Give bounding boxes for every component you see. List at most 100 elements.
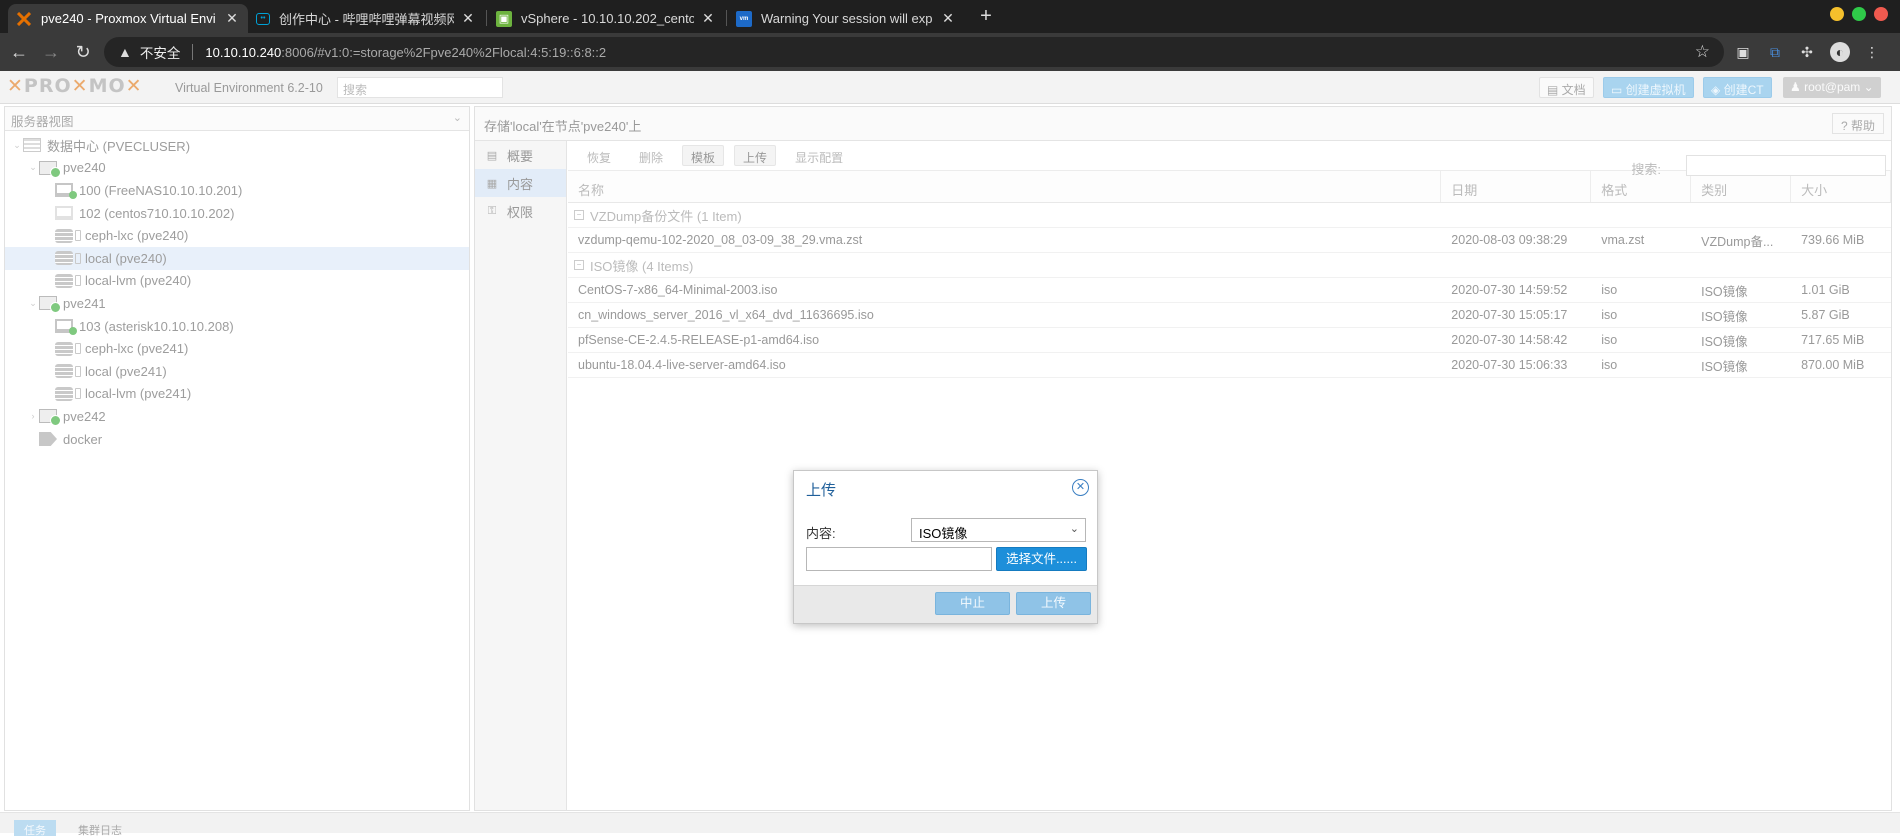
translate-icon[interactable]: ⧉ <box>1765 42 1785 62</box>
back-button[interactable]: ← <box>6 40 32 64</box>
content-grid-area: 恢复 删除 模板 上传 显示配置 搜索: 名称 日期 格式 类别 大小 − VZD… <box>568 141 1891 810</box>
subnav-summary[interactable]: ▤ 概要 <box>475 141 566 169</box>
grid-search-input[interactable] <box>1686 155 1886 176</box>
maximize-button[interactable] <box>1852 7 1866 21</box>
tree-item[interactable]: ⌄ pve240 <box>5 157 469 180</box>
cell-type: VZDump备... <box>1701 234 1774 249</box>
subnav-label: 概要 <box>507 148 534 164</box>
grid-body: − VZDump备份文件 (1 Item) vzdump-qemu-102-2020… <box>568 203 1891 378</box>
tab-bilibili[interactable]: •• 创作中心 - 哔哩哔哩弹幕视频网 ✕ <box>248 4 484 33</box>
close-window-button[interactable] <box>1874 7 1888 21</box>
tab-title: Warning Your session will exp <box>761 11 933 26</box>
tree-item[interactable]: docker <box>5 428 469 451</box>
user-menu-button[interactable]: ♟ root@pam ⌄ <box>1783 77 1881 98</box>
minimize-button[interactable] <box>1830 7 1844 21</box>
tree-item[interactable]: local (pve241) <box>5 360 469 383</box>
column-header-name[interactable]: 名称 <box>568 171 1442 202</box>
templates-button[interactable]: 模板 <box>682 145 725 166</box>
tree-item[interactable]: ceph-lxc (pve240) <box>5 224 469 247</box>
tab-vmware[interactable]: vm Warning Your session will exp ✕ <box>728 4 964 33</box>
tree-item-label: pve241 <box>63 295 106 311</box>
tree-item[interactable]: local-lvm (pve241) <box>5 383 469 406</box>
tree-item[interactable]: ⌄ 数据中心 (PVECLUSER) <box>5 134 469 157</box>
content-type-select[interactable]: ISO镜像 ⌄ <box>911 518 1086 542</box>
grid-icon: ▦ <box>486 177 498 190</box>
table-row[interactable]: ubuntu-18.04.4-live-server-amd64.iso 2020… <box>568 353 1891 378</box>
user-icon: ♟ <box>1790 80 1805 94</box>
tab-cluster-log[interactable]: 集群日志 <box>68 820 132 837</box>
subnav-permissions[interactable]: ⚿ 权限 <box>475 197 566 225</box>
tree-item-label: ceph-lxc (pve240) <box>85 228 189 244</box>
tree-item[interactable]: 103 (asterisk10.10.10.208) <box>5 315 469 338</box>
create-vm-label: 创建虚拟机 <box>1625 83 1686 97</box>
storage-icon <box>55 364 81 379</box>
chevron-down-icon[interactable]: ⌄ <box>27 298 39 309</box>
divider <box>192 44 194 60</box>
close-icon[interactable]: ✕ <box>460 10 476 27</box>
cell-type: ISO镜像 <box>1701 284 1748 299</box>
select-file-button[interactable]: 选择文件...... <box>996 547 1087 571</box>
tree-item[interactable]: 100 (FreeNAS10.10.10.201) <box>5 179 469 202</box>
browser-tab-strip: pve240 - Proxmox Virtual Envi ✕ •• 创作中心 … <box>0 0 1900 33</box>
close-icon[interactable]: ✕ <box>940 10 956 27</box>
tree-item[interactable]: 102 (centos710.10.10.202) <box>5 202 469 225</box>
new-tab-button[interactable]: + <box>974 5 998 29</box>
chevron-right-icon[interactable]: › <box>27 411 39 421</box>
storage-icon <box>55 273 81 288</box>
tab-vsphere[interactable]: ▣ vSphere - 10.10.10.202_centos ✕ <box>488 4 724 33</box>
upload-dialog: 上传 ✕ 内容: ISO镜像 ⌄ 选择文件...... 中止 上传 <box>793 470 1098 624</box>
close-icon[interactable]: ✕ <box>1072 479 1089 496</box>
table-row[interactable]: pfSense-CE-2.4.5-RELEASE-p1-amd64.iso 202… <box>568 328 1891 353</box>
create-vm-button[interactable]: ▭ 创建虚拟机 <box>1603 77 1694 98</box>
table-row[interactable]: cn_windows_server_2016_vl_x64_dvd_116366… <box>568 303 1891 328</box>
reload-button[interactable]: ↻ <box>70 40 96 64</box>
file-path-field[interactable] <box>806 547 992 571</box>
pve-header: ✕PRO✕MO✕ Virtual Environment 6.2-10 搜索 ▤… <box>0 71 1900 104</box>
tree-item[interactable]: ⌄ pve241 <box>5 292 469 315</box>
show-config-button[interactable]: 显示配置 <box>786 145 852 166</box>
profile-avatar[interactable]: ◐ <box>1830 42 1850 62</box>
menu-icon[interactable]: ⋮ <box>1862 42 1882 62</box>
collapse-icon[interactable]: − <box>574 260 584 270</box>
dialog-upload-button[interactable]: 上传 <box>1016 592 1091 615</box>
question-icon: ? <box>1840 119 1851 133</box>
node-icon <box>39 160 61 178</box>
storage-subnav: ▤ 概要 ▦ 内容 ⚿ 权限 <box>475 141 567 810</box>
version-label: Virtual Environment 6.2-10 <box>175 81 323 95</box>
subnav-content[interactable]: ▦ 内容 <box>475 169 566 197</box>
close-icon[interactable]: ✕ <box>700 10 716 27</box>
global-search-input[interactable]: 搜索 <box>337 77 503 98</box>
forward-button[interactable]: → <box>38 40 64 64</box>
tree-item[interactable]: ceph-lxc (pve241) <box>5 337 469 360</box>
create-ct-button[interactable]: ◈ 创建CT <box>1703 77 1772 98</box>
chevron-down-icon[interactable]: ⌄ <box>11 140 23 151</box>
close-icon[interactable]: ✕ <box>224 10 240 27</box>
view-selector[interactable]: 服务器视图 ⌄ <box>5 107 469 131</box>
upload-button[interactable]: 上传 <box>734 145 777 166</box>
group-header[interactable]: − VZDump备份文件 (1 Item) <box>568 203 1891 228</box>
restore-button[interactable]: 恢复 <box>578 145 620 166</box>
cell-name: ubuntu-18.04.4-live-server-amd64.iso <box>578 358 786 372</box>
column-header-date[interactable]: 日期 <box>1441 171 1592 202</box>
remove-button[interactable]: 删除 <box>630 145 672 166</box>
collapse-icon[interactable]: − <box>574 210 584 220</box>
group-header[interactable]: − ISO镜像 (4 Items) <box>568 253 1891 278</box>
address-bar[interactable]: ▲ 不安全 10.10.10.240:8006/#v1:0:=storage%2… <box>104 37 1724 67</box>
table-row[interactable]: CentOS-7-x86_64-Minimal-2003.iso 2020-07-… <box>568 278 1891 303</box>
table-row[interactable]: vzdump-qemu-102-2020_08_03-09_38_29.vma.… <box>568 228 1891 253</box>
tree-item-label: pve240 <box>63 160 106 176</box>
tree-item[interactable]: › pve242 <box>5 405 469 428</box>
puzzle-icon[interactable]: ✣ <box>1797 42 1817 62</box>
tab-proxmox[interactable]: pve240 - Proxmox Virtual Envi ✕ <box>8 4 248 33</box>
bookmark-star-icon[interactable]: ☆ <box>1695 42 1710 62</box>
tree-item[interactable]: local-lvm (pve240) <box>5 270 469 293</box>
abort-button[interactable]: 中止 <box>935 592 1010 615</box>
book-icon: ▤ <box>1547 83 1562 97</box>
chevron-down-icon[interactable]: ⌄ <box>27 162 39 173</box>
tree-item[interactable]: local (pve240) <box>5 246 469 270</box>
docs-button[interactable]: ▤ 文档 <box>1539 77 1594 98</box>
cell-name: CentOS-7-x86_64-Minimal-2003.iso <box>578 283 778 297</box>
help-button[interactable]: ? 帮助 <box>1831 113 1884 134</box>
tab-tasks[interactable]: 任务 <box>14 820 56 837</box>
extension-icon[interactable]: ▣ <box>1733 42 1753 62</box>
